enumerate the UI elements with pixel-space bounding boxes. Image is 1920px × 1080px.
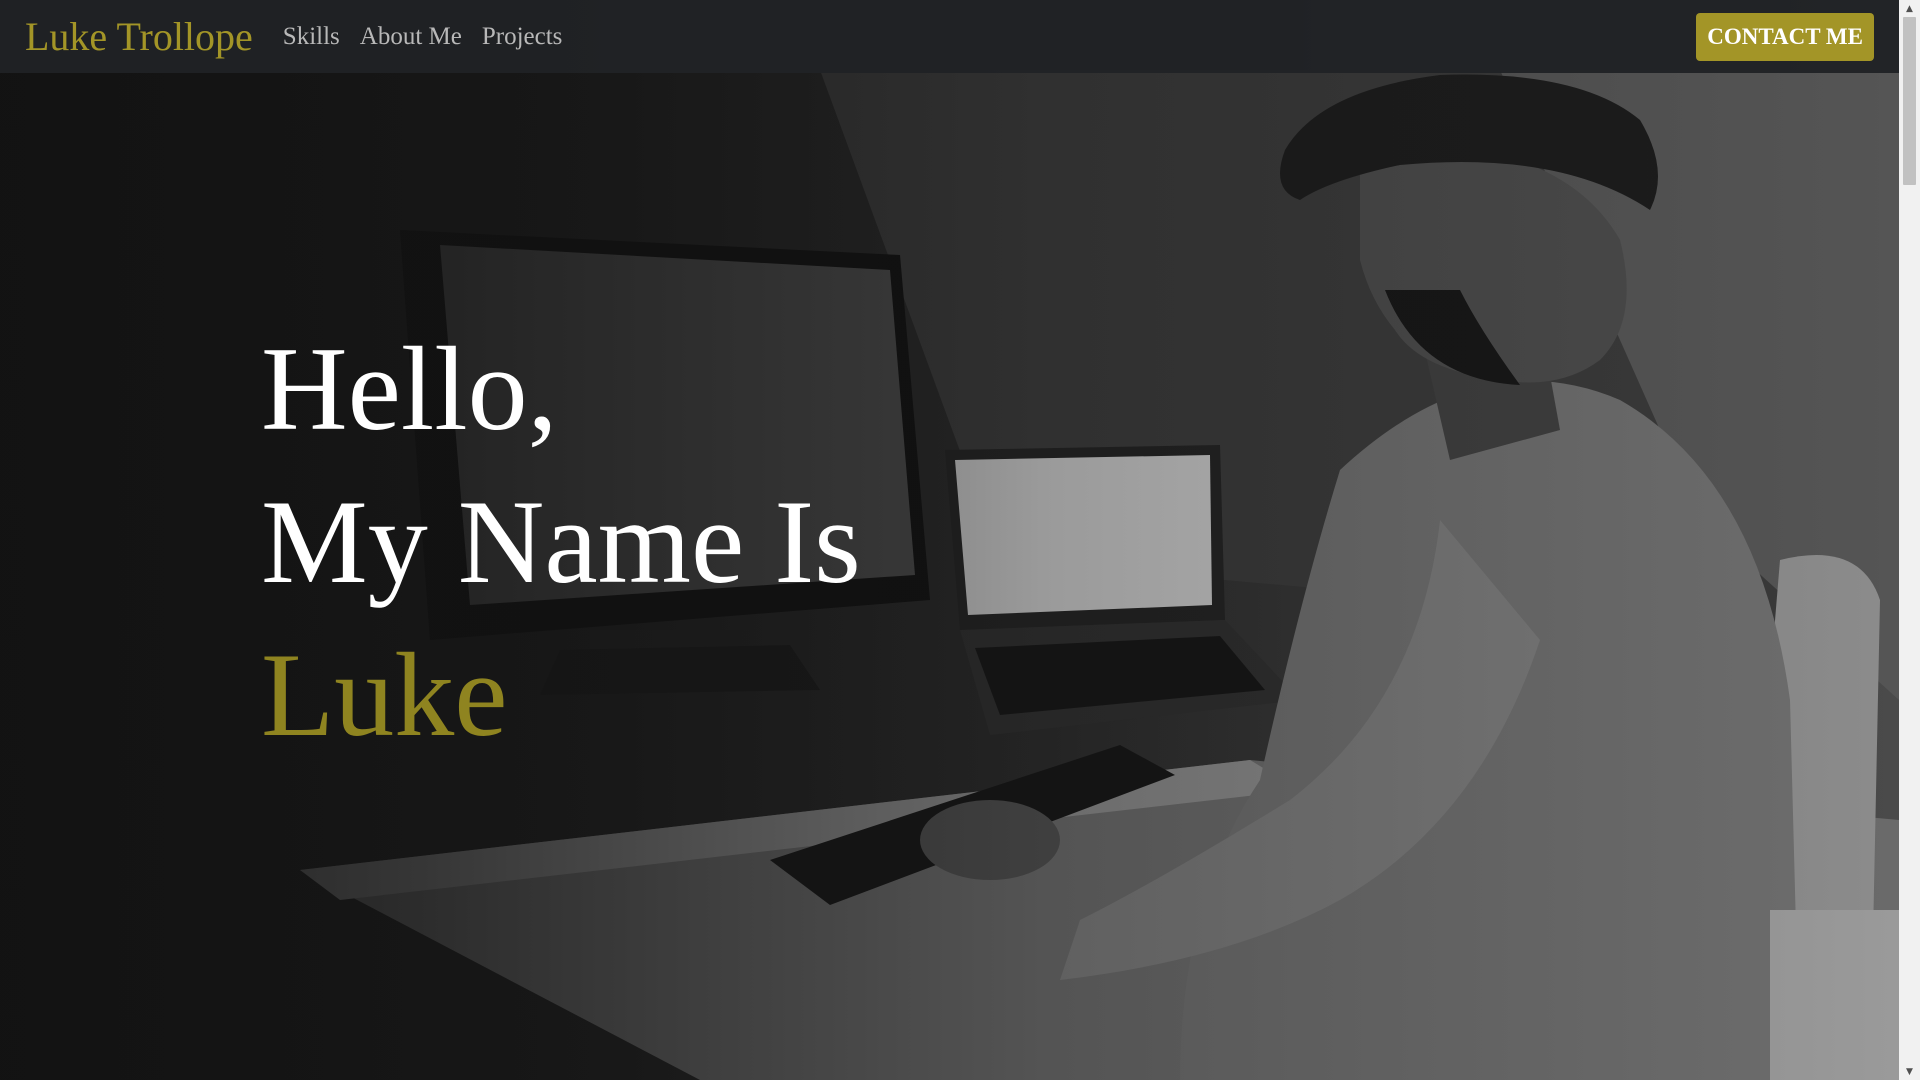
page: Luke Trollope Skills About Me Projects C…: [0, 0, 1920, 1080]
nav-links: Skills About Me Projects: [283, 23, 563, 51]
hero-greeting: Hello,: [261, 322, 558, 455]
navbar: Luke Trollope Skills About Me Projects C…: [0, 0, 1899, 73]
nav-link-about-me[interactable]: About Me: [360, 23, 462, 51]
hero-name: Luke: [261, 628, 508, 761]
vertical-scrollbar[interactable]: ▲ ▼: [1899, 0, 1920, 1080]
scroll-up-arrow-icon[interactable]: ▲: [1899, 0, 1920, 17]
scrollbar-thumb[interactable]: [1903, 17, 1916, 185]
scroll-down-arrow-icon[interactable]: ▼: [1899, 1063, 1920, 1080]
nav-link-skills[interactable]: Skills: [283, 23, 340, 51]
hero-intro: My Name Is: [261, 475, 861, 608]
hero-heading: Hello, My Name Is Luke: [261, 312, 861, 771]
contact-me-button[interactable]: CONTACT ME: [1696, 12, 1874, 61]
nav-link-projects[interactable]: Projects: [482, 23, 563, 51]
brand-logo-link[interactable]: Luke Trollope: [25, 16, 253, 57]
